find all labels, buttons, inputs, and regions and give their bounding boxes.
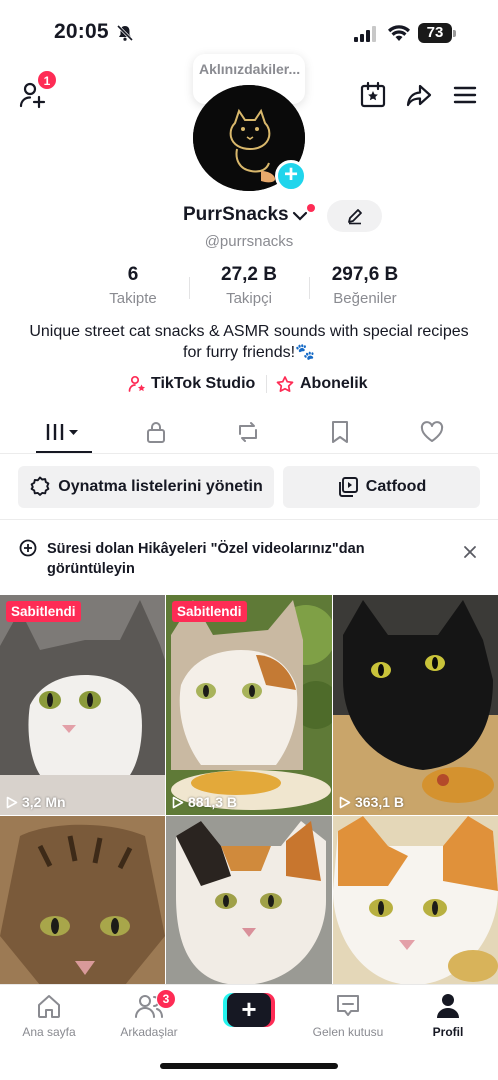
video-thumbnail[interactable]: 363,1 B (333, 595, 498, 815)
nav-inbox[interactable]: Gelen kutusu (303, 991, 393, 1039)
calendar-star-icon (360, 81, 386, 108)
stat-following[interactable]: 6 Takipte (78, 264, 188, 307)
gear-icon (30, 476, 50, 496)
cat-photo (333, 595, 498, 815)
story-banner-text: Süresi dolan Hikâyeleri "Özel videoların… (47, 541, 365, 577)
notification-dot (307, 204, 315, 212)
stat-value: 6 (127, 264, 139, 285)
profile-bio: Unique street cat snacks & ASMR sounds w… (29, 323, 469, 361)
tiktok-studio-link[interactable]: TikTok Studio (128, 373, 255, 395)
playlist-catfood-label: Catfood (365, 478, 427, 495)
user-handle: @purrsnacks (204, 233, 294, 250)
add-friend-badge: 1 (37, 70, 57, 90)
bell-off-icon (116, 24, 134, 42)
lock-icon (147, 422, 165, 443)
pinned-badge: Sabitlendi (6, 601, 81, 622)
profile-icon (437, 994, 459, 1018)
stat-likes[interactable]: 297,6 B Beğeniler (310, 264, 420, 307)
story-add-icon (19, 539, 37, 557)
tab-private[interactable] (121, 410, 191, 454)
nav-home[interactable]: Ana sayfa (4, 991, 94, 1039)
nav-home-label: Ana sayfa (22, 1025, 76, 1039)
playlist-catfood-button[interactable]: Catfood (283, 466, 480, 508)
nav-profile-label: Profil (432, 1025, 464, 1039)
inbox-icon (337, 995, 359, 1016)
share-arrow-icon (406, 84, 432, 107)
play-icon (6, 796, 18, 808)
stat-followers[interactable]: 27,2 B Takipçi (194, 264, 304, 307)
subscription-star-icon (276, 376, 294, 392)
close-icon[interactable] (460, 542, 480, 562)
stat-label: Beğeniler (333, 290, 397, 307)
play-icon (172, 796, 184, 808)
bookmark-icon (332, 421, 348, 443)
expired-stories-banner[interactable]: Süresi dolan Hikâyeleri "Özel videoların… (0, 520, 498, 594)
subscription-label: Abonelik (300, 375, 368, 392)
hamburger-icon (453, 86, 477, 104)
nav-inbox-label: Gelen kutusu (312, 1025, 384, 1039)
battery-level: 73 (418, 23, 452, 43)
cat-photo (0, 816, 165, 985)
play-icon (339, 796, 351, 808)
content-tabs (0, 410, 498, 454)
friends-badge: 3 (156, 989, 176, 1009)
video-views-count: 881,3 B (188, 794, 238, 810)
cat-photo (166, 595, 332, 815)
video-views: 363,1 B (339, 794, 404, 810)
playlist-icon (338, 477, 358, 497)
cat-photo (333, 816, 498, 985)
stat-label: Takipte (109, 290, 157, 307)
video-views-count: 363,1 B (355, 794, 405, 810)
video-views-count: 3,2 Mn (22, 794, 66, 810)
tab-liked[interactable] (397, 410, 467, 454)
nav-friends-label: Arkadaşlar (120, 1025, 178, 1039)
video-thumbnail[interactable]: Sabitlendi 3,2 Mn (0, 595, 165, 815)
video-views: 881,3 B (172, 794, 237, 810)
calendar-button[interactable] (356, 78, 390, 112)
subscription-link[interactable]: Abonelik (275, 373, 368, 395)
cat-photo (166, 816, 332, 985)
video-grid-icon (46, 424, 78, 440)
stat-value: 27,2 B (221, 264, 277, 285)
manage-playlists-label: Oynatma listelerini yönetin (58, 478, 263, 495)
video-thumbnail[interactable] (333, 816, 498, 985)
cat-photo (0, 595, 165, 815)
home-icon (38, 995, 60, 1018)
stat-label: Takipçi (226, 290, 272, 307)
nav-friends[interactable]: 3 Arkadaşlar (104, 989, 194, 1039)
status-time: 20:05 (54, 20, 109, 43)
video-views: 3,2 Mn (6, 794, 66, 810)
video-thumbnail[interactable] (0, 816, 165, 985)
tab-videos[interactable] (29, 410, 99, 454)
username-row: PurrSnacks (0, 204, 498, 230)
video-thumbnail[interactable]: Sabitlendi 881,3 B (166, 595, 332, 815)
share-button[interactable] (402, 78, 436, 112)
battery-icon: 73 (418, 23, 456, 43)
pinned-badge: Sabitlendi (172, 601, 247, 622)
tab-reposts[interactable] (213, 410, 283, 454)
video-thumbnail[interactable] (166, 816, 332, 985)
plus-icon: + (227, 993, 271, 1027)
home-indicator (160, 1063, 338, 1069)
nav-profile[interactable]: Profil (403, 991, 493, 1039)
stat-value: 297,6 B (331, 264, 399, 285)
menu-button[interactable] (448, 78, 482, 112)
pencil-icon (347, 209, 362, 225)
tab-saved[interactable] (305, 410, 375, 454)
tiktok-studio-label: TikTok Studio (151, 375, 256, 392)
manage-playlists-button[interactable]: Oynatma listelerini yönetin (18, 466, 274, 508)
chevron-down-icon[interactable] (292, 210, 308, 222)
add-story-button[interactable]: + (275, 160, 307, 192)
heart-icon (420, 421, 444, 442)
username[interactable]: PurrSnacks (183, 204, 289, 226)
create-button[interactable]: + (223, 993, 275, 1027)
studio-user-icon (128, 375, 145, 392)
wifi-icon (388, 25, 410, 41)
edit-profile-button[interactable] (327, 200, 382, 232)
signal-icon (354, 26, 376, 42)
video-grid: Sabitlendi 3,2 Mn Sabitlendi 881,3 B 363… (0, 595, 498, 985)
repost-icon (239, 422, 257, 442)
